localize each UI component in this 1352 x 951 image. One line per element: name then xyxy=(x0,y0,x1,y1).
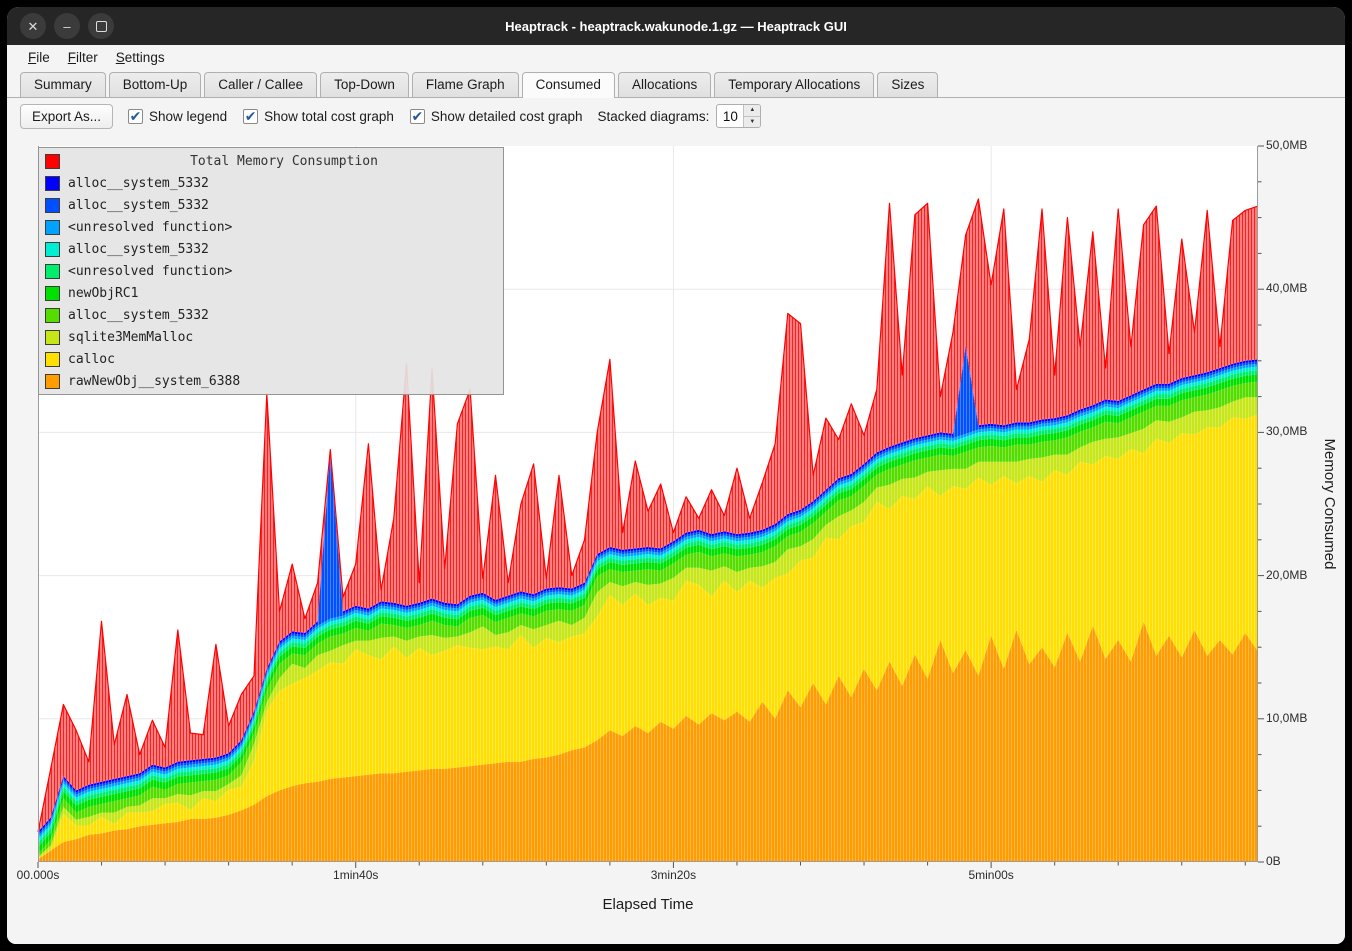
legend-swatch-total xyxy=(45,154,60,169)
tab-temporary-allocations[interactable]: Temporary Allocations xyxy=(714,72,874,97)
legend-swatch xyxy=(45,352,60,367)
legend-item: sqlite3MemMalloc xyxy=(42,326,500,348)
legend-swatch xyxy=(45,286,60,301)
tab-consumed[interactable]: Consumed xyxy=(522,72,615,98)
y-tick-label: 40,0MB xyxy=(1266,281,1307,295)
checkmark-icon: ✔ xyxy=(243,109,258,124)
legend-item: calloc xyxy=(42,348,500,370)
close-button[interactable]: ✕ xyxy=(20,13,46,39)
legend-item: alloc__system_5332 xyxy=(42,304,500,326)
heaptrack-window: ✕– Heaptrack - heaptrack.wakunode.1.gz —… xyxy=(7,7,1345,944)
export-as-button[interactable]: Export As... xyxy=(20,104,113,129)
tab-sizes[interactable]: Sizes xyxy=(877,72,938,97)
stacked-diagrams-control: Stacked diagrams: 10 ▲ ▼ xyxy=(598,104,762,128)
legend-item: alloc__system_5332 xyxy=(42,238,500,260)
maximize-icon xyxy=(96,21,107,32)
checkbox-label: Show detailed cost graph xyxy=(431,109,583,124)
title-bar: ✕– Heaptrack - heaptrack.wakunode.1.gz —… xyxy=(7,7,1345,45)
stacked-diagrams-value[interactable]: 10 xyxy=(717,105,743,127)
window-title: Heaptrack - heaptrack.wakunode.1.gz — He… xyxy=(7,19,1345,34)
legend-item: alloc__system_5332 xyxy=(42,194,500,216)
x-tick-label: 00.000s xyxy=(17,868,60,882)
spin-buttons: ▲ ▼ xyxy=(743,105,760,127)
legend-swatch xyxy=(45,308,60,323)
y-axis-title: Memory Consumed xyxy=(1321,439,1338,570)
close-icon: ✕ xyxy=(28,20,39,33)
menu-bar: FileFilterSettings xyxy=(7,45,1345,70)
chart-legend: Total Memory Consumption alloc__system_53… xyxy=(38,147,504,395)
legend-label: <unresolved function> xyxy=(68,220,232,235)
chevron-down-icon: ▼ xyxy=(749,119,755,125)
legend-swatch xyxy=(45,176,60,191)
chevron-up-icon: ▲ xyxy=(749,107,755,113)
x-tick-label: 3min20s xyxy=(651,868,696,882)
x-tick-label: 1min40s xyxy=(333,868,378,882)
legend-swatch xyxy=(45,220,60,235)
legend-item: rawNewObj__system_6388 xyxy=(42,370,500,392)
tab-summary[interactable]: Summary xyxy=(20,72,106,97)
legend-label: sqlite3MemMalloc xyxy=(68,330,193,345)
legend-label: alloc__system_5332 xyxy=(68,176,209,191)
legend-item: <unresolved function> xyxy=(42,260,500,282)
legend-title: Total Memory Consumption xyxy=(68,154,500,169)
window-controls: ✕– xyxy=(20,13,114,39)
legend-title-row: Total Memory Consumption xyxy=(42,150,500,172)
legend-swatch xyxy=(45,374,60,389)
y-tick-label: 30,0MB xyxy=(1266,424,1307,438)
y-tick-label: 20,0MB xyxy=(1266,568,1307,582)
legend-label: alloc__system_5332 xyxy=(68,308,209,323)
toolbar-checkboxes: ✔ Show legend ✔ Show total cost graph ✔ Show … xyxy=(128,109,583,124)
y-tick-label: 10,0MB xyxy=(1266,711,1307,725)
legend-swatch xyxy=(45,330,60,345)
legend-swatch xyxy=(45,264,60,279)
menu-file[interactable]: File xyxy=(19,48,59,67)
x-tick-label: 5min00s xyxy=(968,868,1013,882)
menu-settings[interactable]: Settings xyxy=(107,48,174,67)
tab-allocations[interactable]: Allocations xyxy=(618,72,711,97)
legend-item: <unresolved function> xyxy=(42,216,500,238)
checkbox-show-legend[interactable]: ✔ Show legend xyxy=(128,109,227,124)
maximize-button[interactable] xyxy=(88,13,114,39)
menu-filter[interactable]: Filter xyxy=(59,48,107,67)
minimize-icon: – xyxy=(63,20,70,33)
tab-bottom-up[interactable]: Bottom-Up xyxy=(109,72,202,97)
tab-bar: SummaryBottom-UpCaller / CalleeTop-DownF… xyxy=(7,70,1345,98)
stacked-diagrams-spinbox: 10 ▲ ▼ xyxy=(716,104,761,128)
x-axis-title: Elapsed Time xyxy=(603,896,694,913)
checkbox-label: Show total cost graph xyxy=(264,109,394,124)
y-tick-label: 0B xyxy=(1266,854,1281,868)
spin-up-button[interactable]: ▲ xyxy=(744,105,760,116)
legend-label: rawNewObj__system_6388 xyxy=(68,374,240,389)
y-tick-label: 50,0MB xyxy=(1266,138,1307,152)
legend-item: alloc__system_5332 xyxy=(42,172,500,194)
checkbox-label: Show legend xyxy=(149,109,227,124)
checkbox-show-detailed-cost-graph[interactable]: ✔ Show detailed cost graph xyxy=(410,109,583,124)
checkbox-show-total-cost-graph[interactable]: ✔ Show total cost graph xyxy=(243,109,394,124)
tab-flame-graph[interactable]: Flame Graph xyxy=(412,72,519,97)
legend-swatch xyxy=(45,198,60,213)
tab-caller-callee[interactable]: Caller / Callee xyxy=(204,72,317,97)
legend-label: <unresolved function> xyxy=(68,264,232,279)
legend-label: calloc xyxy=(68,352,115,367)
legend-label: alloc__system_5332 xyxy=(68,242,209,257)
tab-top-down[interactable]: Top-Down xyxy=(320,72,409,97)
minimize-button[interactable]: – xyxy=(54,13,80,39)
legend-swatch xyxy=(45,242,60,257)
spin-down-button[interactable]: ▼ xyxy=(744,116,760,128)
checkmark-icon: ✔ xyxy=(128,109,143,124)
legend-item: newObjRC1 xyxy=(42,282,500,304)
stacked-diagrams-label: Stacked diagrams: xyxy=(598,109,710,124)
toolbar: Export As... ✔ Show legend ✔ Show total cos… xyxy=(7,98,1345,134)
legend-label: newObjRC1 xyxy=(68,286,138,301)
legend-label: alloc__system_5332 xyxy=(68,198,209,213)
memory-consumption-chart[interactable]: Total Memory Consumption alloc__system_53… xyxy=(7,134,1345,944)
checkmark-icon: ✔ xyxy=(410,109,425,124)
